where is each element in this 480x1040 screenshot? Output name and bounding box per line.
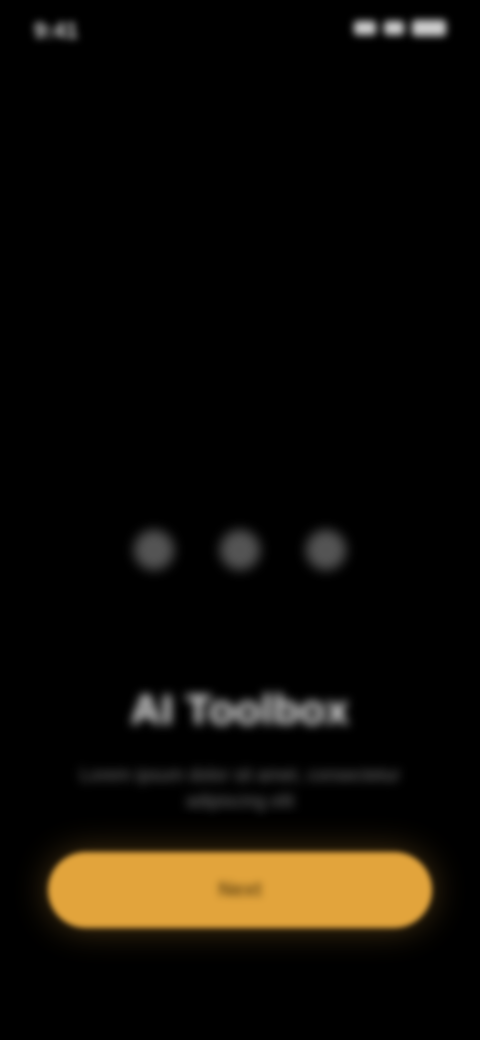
- onboarding-title: AI Toolbox: [130, 686, 350, 733]
- wifi-icon: [384, 21, 404, 35]
- feature-icon-2: [211, 508, 269, 592]
- circle-icon: [220, 530, 260, 570]
- battery-icon: [412, 20, 446, 36]
- next-button[interactable]: Next: [48, 852, 432, 928]
- feature-icon-row: [0, 508, 480, 592]
- onboarding-subtitle: Lorem ipsum dolor sit amet, consectetur …: [79, 765, 401, 811]
- status-icons: [354, 20, 446, 36]
- circle-icon: [134, 530, 174, 570]
- signal-icon: [354, 21, 376, 35]
- feature-icon-1: [125, 508, 183, 592]
- status-time: 9:41: [34, 18, 79, 43]
- circle-icon: [306, 530, 346, 570]
- feature-icon-3: [297, 508, 355, 592]
- status-bar: 9:41: [0, 0, 480, 60]
- next-button-label: Next: [218, 878, 262, 901]
